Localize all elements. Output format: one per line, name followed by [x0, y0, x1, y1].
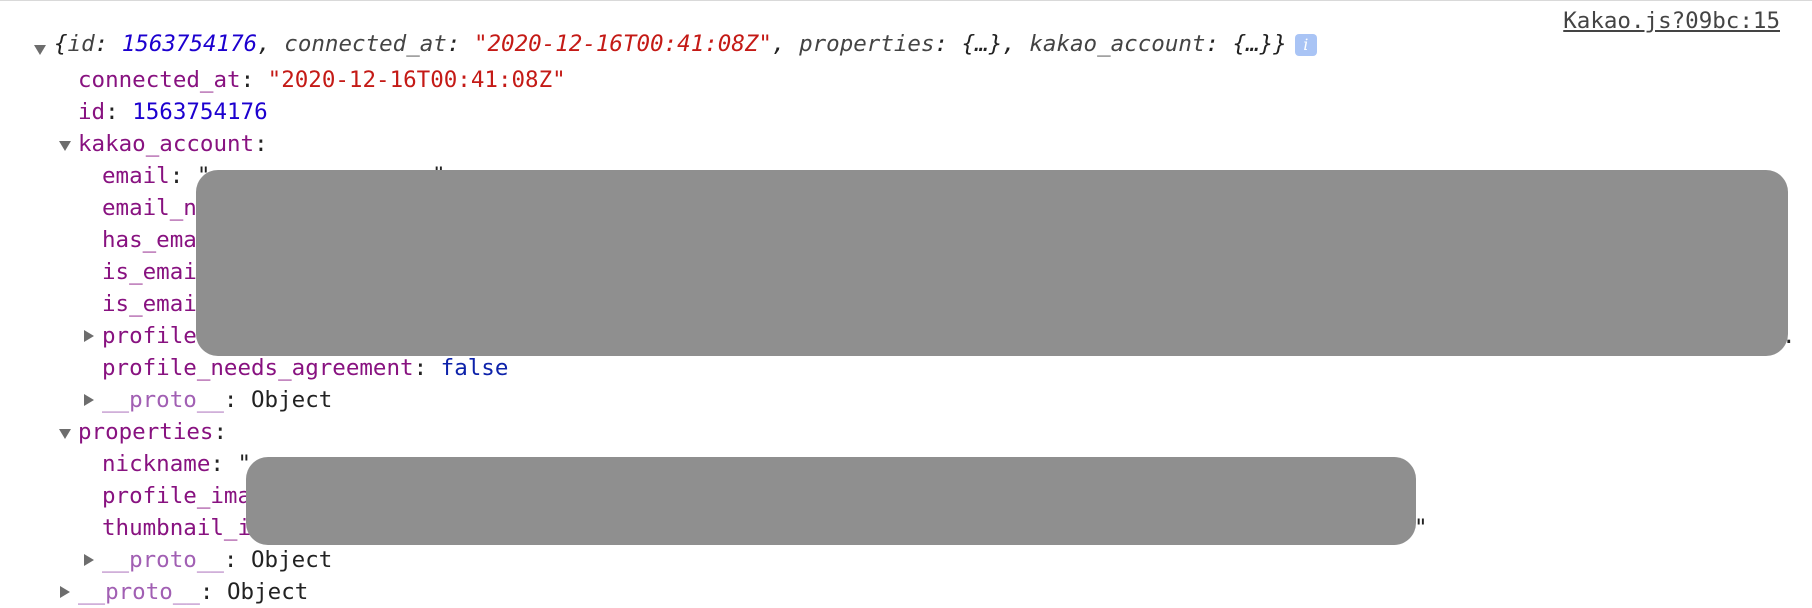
- prop-value: "2020-12-16T00:41:08Z": [267, 67, 566, 93]
- prop-value: 1563754176: [132, 99, 268, 125]
- prop-root-proto[interactable]: __proto__: Object: [78, 576, 308, 608]
- brace-close: }: [1273, 31, 1287, 57]
- prop-value: false: [440, 355, 509, 381]
- thumbnail-tail-quote: ": [1414, 515, 1428, 541]
- prop-is-email-verified: is_emai: [102, 288, 197, 320]
- info-icon[interactable]: i: [1294, 33, 1317, 56]
- comma: ,: [771, 31, 800, 57]
- prop-key: profile_needs_agreement: [102, 355, 414, 381]
- colon: :: [105, 99, 133, 125]
- summary-connected-key: connected_at: [284, 31, 447, 57]
- colon: :: [223, 547, 252, 573]
- prop-properties[interactable]: properties:: [78, 416, 227, 448]
- prop-nickname: nickname: ": [102, 448, 251, 480]
- colon: :: [210, 451, 238, 477]
- redaction-block: [196, 170, 1788, 356]
- prop-profile[interactable]: profile: [102, 320, 197, 352]
- prop-email: email: ": [102, 160, 210, 192]
- prop-value: Object: [251, 547, 333, 573]
- colon: :: [223, 387, 252, 413]
- prop-key: __proto__: [102, 547, 224, 573]
- triangle-down-icon[interactable]: [34, 45, 46, 55]
- prop-key: kakao_account: [78, 131, 255, 157]
- prop-key: email: [102, 163, 170, 189]
- prop-kakao-account[interactable]: kakao_account:: [78, 128, 268, 160]
- colon: :: [934, 31, 962, 57]
- summary-connected-value: "2020-12-16T00:41:08Z": [473, 31, 772, 57]
- prop-key: profile_ima: [102, 483, 252, 509]
- prop-proto[interactable]: __proto__: Object: [102, 384, 332, 416]
- prop-key: __proto__: [78, 579, 200, 605]
- prop-profile-needs-agreement: profile_needs_agreement: false: [102, 352, 508, 384]
- prop-key: is_emai: [102, 291, 197, 317]
- prop-key: thumbnail_i: [102, 515, 252, 541]
- summary-properties-value: {…}: [961, 31, 1003, 57]
- triangle-right-icon[interactable]: [84, 394, 94, 406]
- prop-key: connected_at: [78, 67, 241, 93]
- prop-key: is_emai: [102, 259, 197, 285]
- prop-has-email: has_ema: [102, 224, 197, 256]
- triangle-right-icon[interactable]: [84, 330, 94, 342]
- summary-id-value: 1563754176: [121, 31, 258, 57]
- colon: :: [199, 579, 228, 605]
- triangle-right-icon[interactable]: [84, 554, 94, 566]
- prop-email-needs: email_n: [102, 192, 197, 224]
- colon: :: [413, 355, 441, 381]
- triangle-right-icon[interactable]: [60, 586, 70, 598]
- comma: ,: [257, 31, 285, 57]
- prop-key: nickname: [102, 451, 211, 477]
- summary-id-key: id: [67, 31, 95, 57]
- redaction-block: [246, 457, 1416, 545]
- colon: :: [1205, 31, 1233, 57]
- triangle-down-icon[interactable]: [59, 141, 71, 151]
- prop-is-email-valid: is_emai: [102, 256, 197, 288]
- summary-kakao-value: {…}: [1232, 31, 1274, 57]
- prop-key: profile: [102, 323, 197, 349]
- prop-id: id: 1563754176: [78, 96, 268, 128]
- prop-value: Object: [251, 387, 333, 413]
- comma: ,: [1002, 31, 1030, 57]
- prop-key: properties: [78, 419, 214, 445]
- prop-key: id: [78, 99, 106, 125]
- prop-key: email_n: [102, 195, 197, 221]
- prop-thumbnail: thumbnail_i: [102, 512, 251, 544]
- summary-kakao-key: kakao_account: [1029, 31, 1206, 57]
- prop-profile-image: profile_ima: [102, 480, 251, 512]
- prop-key: has_ema: [102, 227, 197, 253]
- colon: :: [94, 31, 122, 57]
- colon: :: [213, 419, 228, 445]
- colon: :: [169, 163, 197, 189]
- colon: :: [254, 131, 268, 157]
- object-summary[interactable]: {id: 1563754176, connected_at: "2020-12-…: [54, 28, 1317, 60]
- colon: :: [446, 31, 474, 57]
- summary-properties-key: properties: [799, 31, 935, 57]
- prop-properties-proto[interactable]: __proto__: Object: [102, 544, 332, 576]
- prop-value: Object: [227, 579, 309, 605]
- colon: :: [240, 67, 268, 93]
- triangle-down-icon[interactable]: [59, 429, 71, 439]
- brace-open: {: [54, 31, 68, 57]
- top-divider: [0, 0, 1812, 1]
- prop-key: __proto__: [102, 387, 224, 413]
- source-link[interactable]: Kakao.js?09bc:15: [1563, 8, 1780, 34]
- prop-connected-at: connected_at: "2020-12-16T00:41:08Z": [78, 64, 566, 96]
